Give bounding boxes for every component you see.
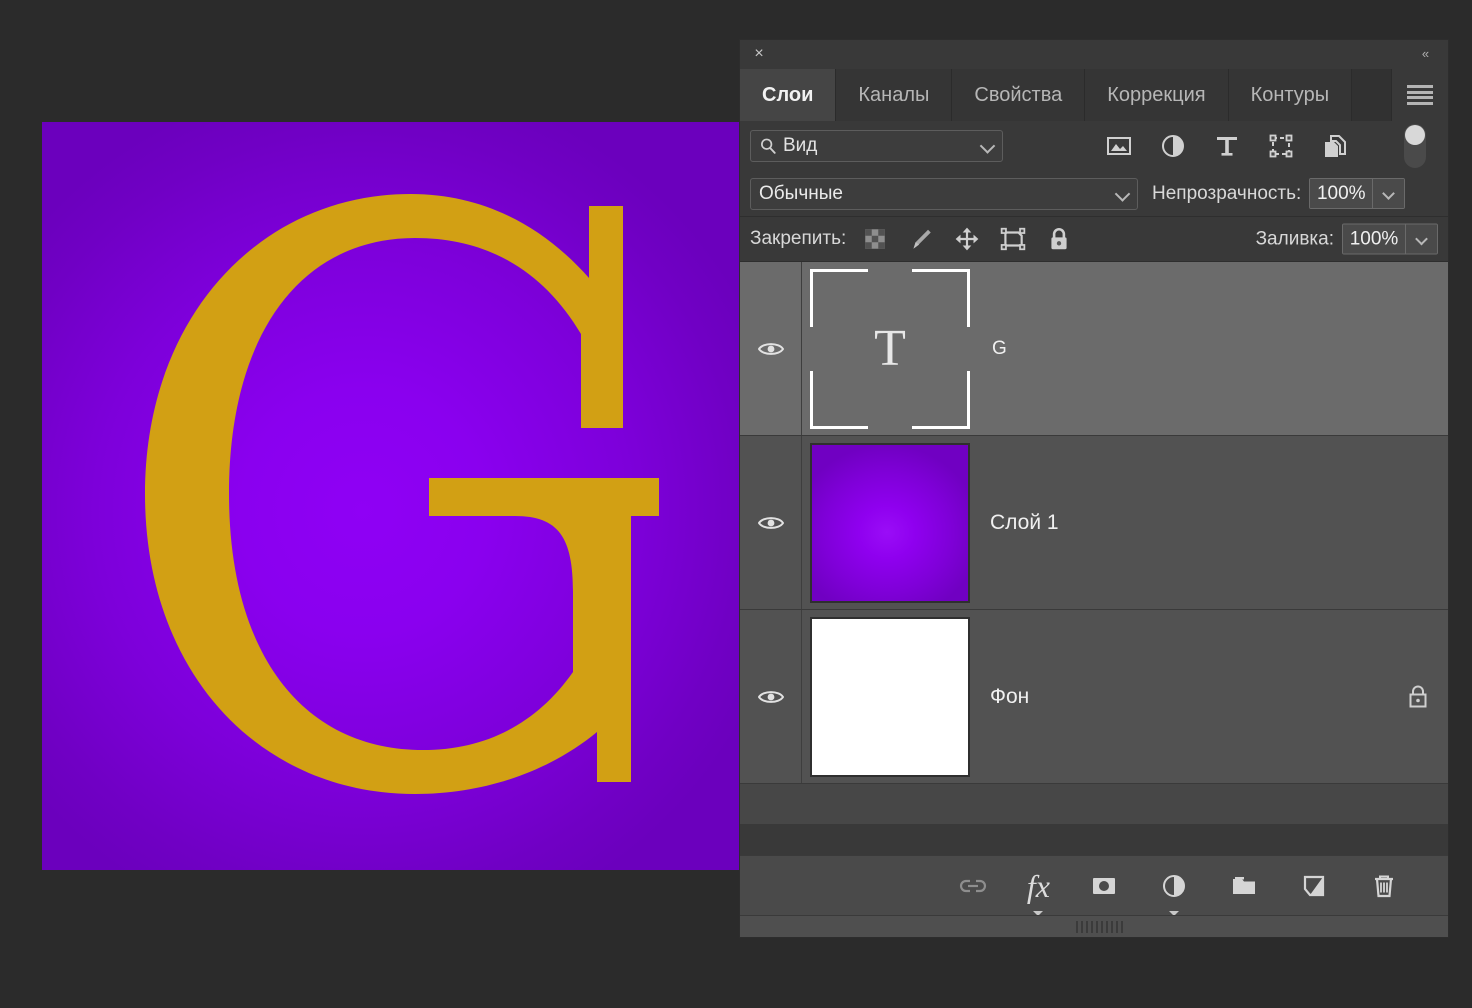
panel-tab-bar: Слои Каналы Свойства Коррекция Контуры: [740, 69, 1448, 121]
tab-properties[interactable]: Свойства: [952, 69, 1086, 121]
opacity-field[interactable]: 100%: [1309, 178, 1406, 209]
link-layers-button[interactable]: [957, 870, 989, 902]
fill-field[interactable]: 100%: [1342, 223, 1438, 255]
text-layer-glyph: T: [874, 319, 906, 377]
filter-type-icons: [1105, 132, 1349, 160]
canvas-letter-g: [42, 122, 740, 870]
lock-artboard-nesting-icon[interactable]: [1000, 226, 1026, 252]
resize-grip-icon[interactable]: [1076, 921, 1124, 933]
panel-titlebar: × «: [740, 40, 1448, 69]
collapse-panel-icon[interactable]: «: [1413, 44, 1437, 64]
table-row[interactable]: Слой 1: [740, 436, 1448, 610]
blend-mode-value: Обычные: [759, 182, 843, 204]
lock-options-row: Закрепить: Заливка: 100%: [740, 217, 1448, 262]
chevron-down-icon: [1114, 185, 1131, 202]
tab-layers[interactable]: Слои: [740, 69, 837, 121]
photoshop-window: × « Слои Каналы Свойства Коррекция Конту…: [0, 0, 1472, 1008]
fill-value[interactable]: 100%: [1343, 224, 1405, 254]
magnifier-icon: [761, 138, 776, 154]
layers-panel: × « Слои Каналы Свойства Коррекция Конту…: [740, 40, 1448, 937]
panel-horizontal-scrollbar[interactable]: [740, 915, 1448, 937]
layer-filter-row: Вид: [740, 121, 1448, 171]
new-layer-button[interactable]: [1298, 870, 1330, 902]
layers-bottom-toolbar: fx: [740, 855, 1448, 916]
adjustment-filter-icon[interactable]: [1159, 132, 1187, 160]
gradient-layer-thumbnail: [810, 442, 970, 603]
new-adjustment-layer-button[interactable]: [1158, 870, 1190, 916]
link-layers-icon: [959, 879, 986, 892]
lock-label: Закрепить:: [750, 228, 847, 249]
layer-thumbnail-cell[interactable]: [802, 610, 978, 783]
layer-effects-button[interactable]: fx: [1026, 867, 1050, 916]
tab-paths[interactable]: Контуры: [1228, 69, 1353, 121]
fill-label: Заливка:: [1255, 228, 1334, 249]
lock-icon-group: [862, 226, 1072, 252]
lock-icon: [1409, 685, 1427, 707]
eye-icon: [757, 342, 784, 355]
image-filter-icon[interactable]: [1105, 132, 1133, 160]
blend-mode-select[interactable]: Обычные: [750, 177, 1138, 210]
fill-group: Заливка: 100%: [1255, 223, 1438, 255]
eye-icon: [757, 516, 784, 529]
hamburger-menu-icon[interactable]: [1392, 69, 1448, 121]
lock-position-icon[interactable]: [954, 226, 980, 252]
tab-channels[interactable]: Каналы: [836, 69, 953, 121]
filter-type-select[interactable]: Вид: [750, 130, 1003, 162]
eye-icon: [757, 690, 784, 703]
tab-adjustments[interactable]: Коррекция: [1085, 69, 1229, 121]
layer-name[interactable]: Слой 1: [978, 511, 1388, 535]
layer-name[interactable]: G: [978, 338, 1388, 360]
document-canvas[interactable]: [42, 122, 740, 870]
new-layer-icon: [1303, 875, 1325, 896]
delete-layer-trash-icon: [1375, 875, 1393, 897]
chevron-down-icon: [979, 138, 996, 154]
opacity-label: Непрозрачность:: [1152, 182, 1302, 204]
layer-list[interactable]: T G Слой 1 Фон: [740, 262, 1448, 824]
layer-effects-fx-icon: fx: [1026, 867, 1050, 904]
background-layer-thumbnail: [810, 616, 970, 777]
close-icon[interactable]: ×: [749, 44, 769, 64]
layer-lock-cell: [1388, 684, 1448, 710]
blend-opacity-row: Обычные Непрозрачность: 100%: [740, 171, 1448, 217]
layer-name[interactable]: Фон: [978, 685, 1388, 709]
new-group-button[interactable]: [1228, 870, 1260, 902]
delete-layer-button[interactable]: [1368, 870, 1400, 902]
lock-image-pixels-icon[interactable]: [908, 226, 934, 252]
new-adjustment-layer-icon: [1163, 874, 1185, 897]
fill-stepper-icon[interactable]: [1405, 224, 1437, 254]
filter-value-label: Вид: [783, 135, 818, 156]
smart-object-filter-icon[interactable]: [1321, 132, 1349, 160]
text-filter-icon[interactable]: [1213, 132, 1241, 160]
layer-thumbnail-cell[interactable]: T: [802, 262, 978, 435]
new-group-folder-icon: [1233, 876, 1255, 894]
filter-enable-toggle[interactable]: [1404, 124, 1426, 168]
add-layer-mask-icon: [1093, 877, 1115, 894]
lock-all-icon[interactable]: [1046, 226, 1072, 252]
table-row[interactable]: Фон: [740, 610, 1448, 784]
opacity-value[interactable]: 100%: [1310, 179, 1373, 208]
layer-visibility-toggle[interactable]: [740, 436, 802, 609]
text-layer-thumbnail: T: [810, 268, 970, 429]
layer-thumbnail-cell[interactable]: [802, 436, 978, 609]
toggle-knob: [1405, 125, 1425, 145]
document-workspace: [0, 0, 740, 1008]
lock-transparent-pixels-icon[interactable]: [862, 226, 888, 252]
table-row[interactable]: T G: [740, 262, 1448, 436]
tab-bar-spacer: [1352, 69, 1392, 121]
shape-filter-icon[interactable]: [1267, 132, 1295, 160]
add-layer-mask-button[interactable]: [1088, 870, 1120, 902]
opacity-stepper-icon[interactable]: [1372, 179, 1405, 208]
layer-visibility-toggle[interactable]: [740, 610, 802, 783]
layer-visibility-toggle[interactable]: [740, 262, 802, 435]
